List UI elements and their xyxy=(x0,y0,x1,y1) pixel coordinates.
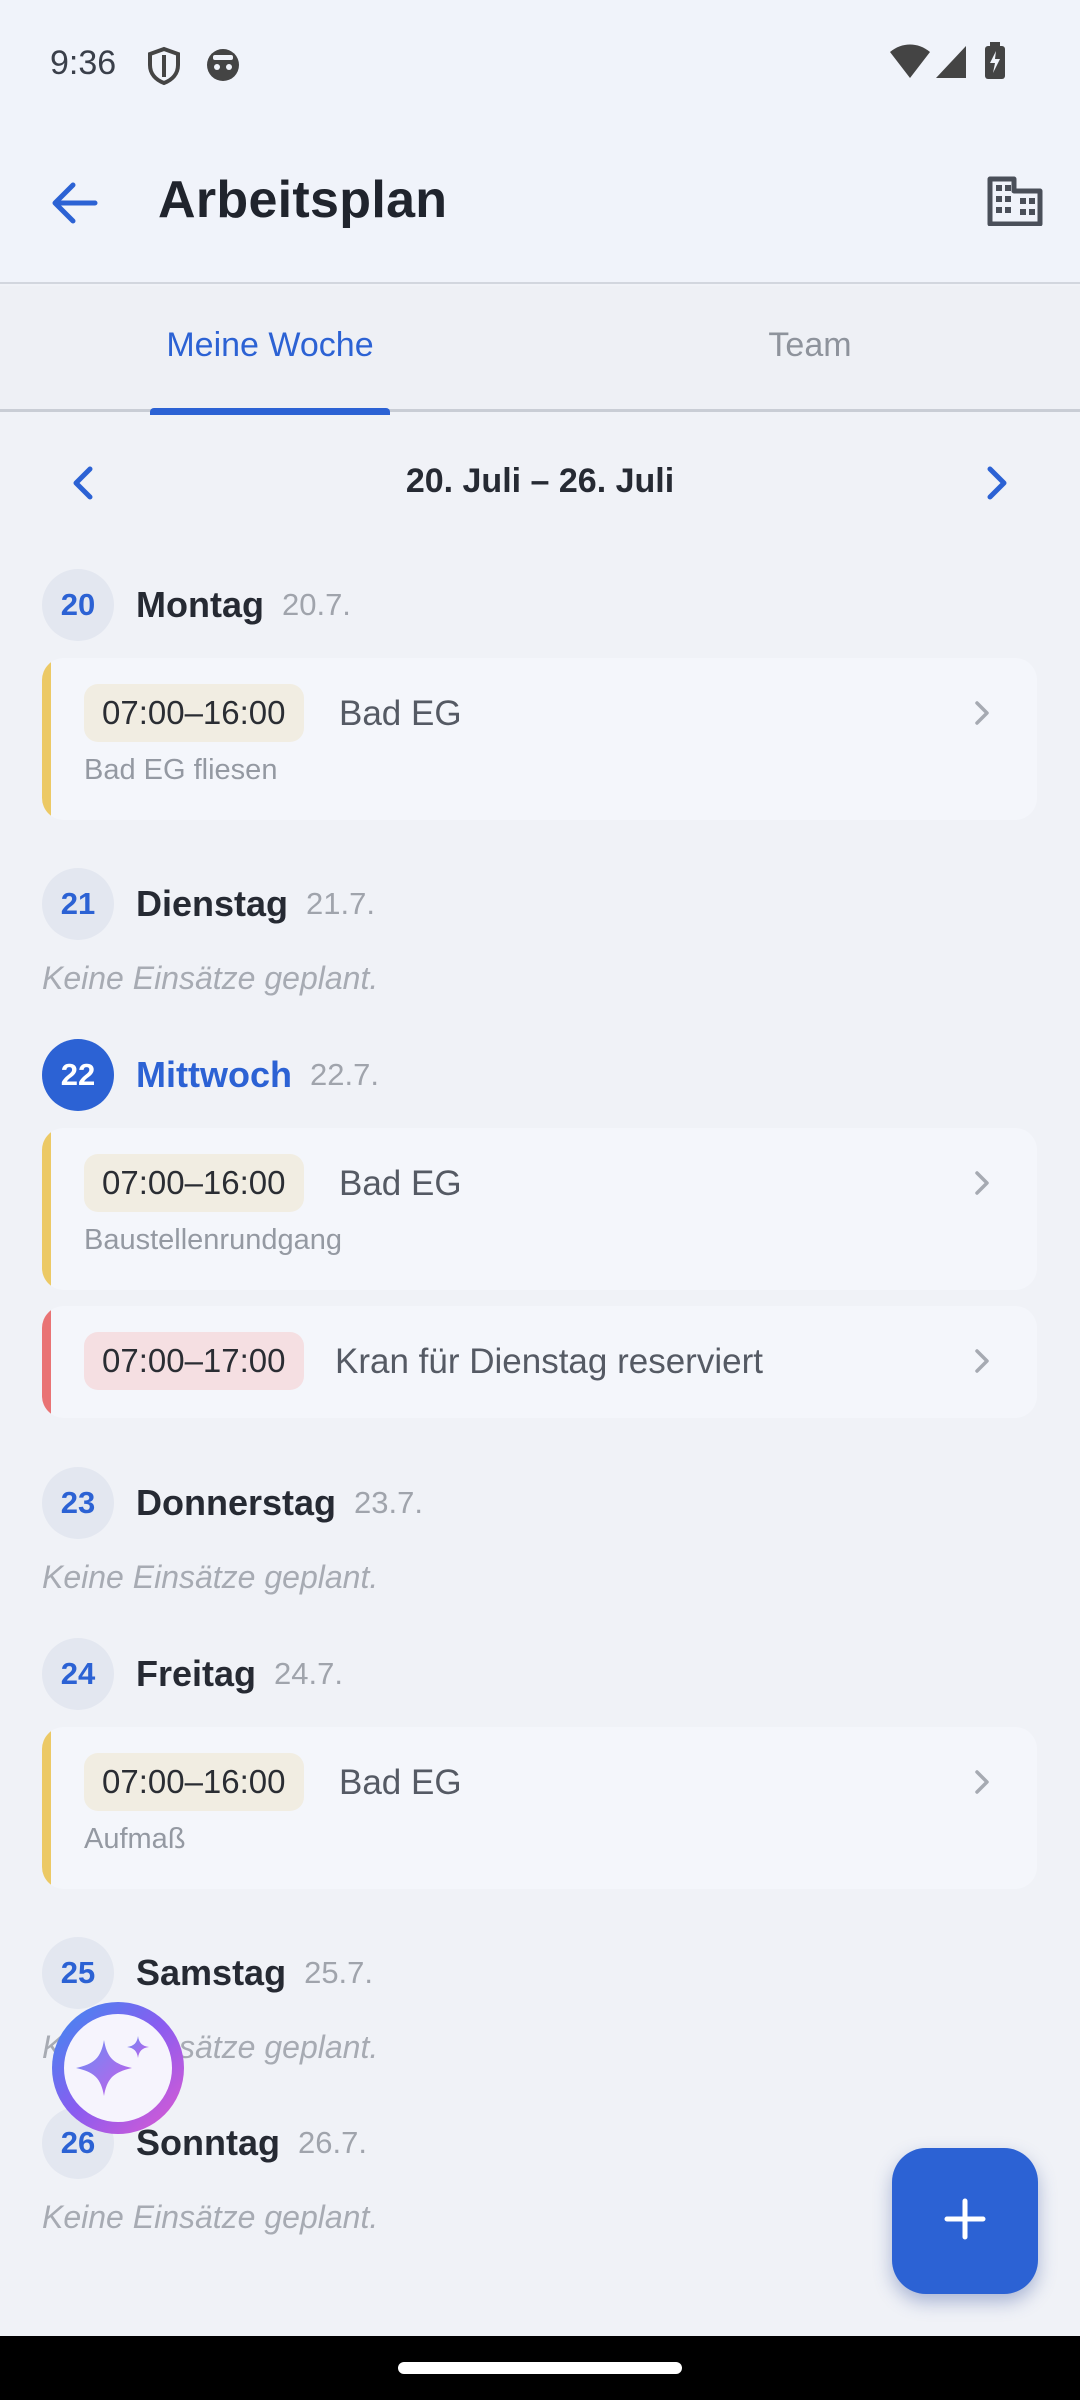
tab-label: Meine Woche xyxy=(166,326,374,364)
day-date: 20.7. xyxy=(281,587,351,622)
day-number: 24 xyxy=(42,1638,114,1710)
shift-time-chip: 07:00–17:00 xyxy=(84,1332,304,1390)
shift-title: Bad EG xyxy=(339,1763,462,1802)
day-header-wednesday: 22 Mittwoch 22.7. xyxy=(42,1039,379,1111)
back-button[interactable] xyxy=(40,170,110,240)
shield-icon xyxy=(146,46,182,91)
wifi-icon xyxy=(888,44,932,85)
building-icon xyxy=(987,176,1043,231)
day-name: Dienstag xyxy=(136,883,289,924)
day-number: 21 xyxy=(42,868,114,940)
tab-label: Team xyxy=(768,326,852,364)
day-number: 22 xyxy=(42,1039,114,1111)
no-shifts-note: Keine Einsätze geplant. xyxy=(42,2199,379,2235)
system-navigation-bar xyxy=(0,2336,1080,2400)
tab-team[interactable]: Team xyxy=(700,326,920,412)
day-number: 23 xyxy=(42,1467,114,1539)
day-date: 22.7. xyxy=(309,1057,379,1092)
day-date: 21.7. xyxy=(306,886,375,921)
next-week-button[interactable] xyxy=(968,450,1028,520)
shift-card[interactable]: 07:00–16:00 Bad EG Bad EG fliesen xyxy=(42,658,1037,820)
tab-indicator xyxy=(150,408,390,415)
page-title: Arbeitsplan xyxy=(158,171,448,229)
day-date: 24.7. xyxy=(274,1656,343,1691)
day-number: 20 xyxy=(42,569,114,641)
shift-card[interactable]: 07:00–16:00 Bad EG Baustellenrundgang xyxy=(42,1128,1037,1290)
shift-subtitle: Aufmaß xyxy=(84,1823,186,1855)
robot-icon xyxy=(204,46,242,89)
shift-color-bar xyxy=(42,1727,51,1889)
no-shifts-note: Keine Einsätze geplant. xyxy=(42,1559,379,1595)
battery-icon xyxy=(984,42,1006,85)
home-indicator[interactable] xyxy=(398,2362,682,2374)
week-navigator: 20. Juli – 26. Juli xyxy=(0,440,1080,530)
chevron-right-icon xyxy=(967,698,997,728)
status-bar: 9:36 xyxy=(0,0,1080,130)
chevron-right-icon xyxy=(967,1767,997,1797)
shift-time-chip: 07:00–16:00 xyxy=(84,1753,304,1811)
day-header-thursday: 23 Donnerstag 23.7. xyxy=(42,1467,423,1539)
tab-meine-woche[interactable]: Meine Woche xyxy=(150,326,390,415)
shift-title: Kran für Dienstag reserviert xyxy=(335,1342,763,1381)
app-bar: Arbeitsplan xyxy=(0,130,1080,284)
no-shifts-note: Keine Einsätze geplant. xyxy=(42,960,379,996)
sparkle-icon xyxy=(44,2002,192,2148)
day-header-friday: 24 Freitag 24.7. xyxy=(42,1638,343,1710)
shift-subtitle: Bad EG fliesen xyxy=(84,754,278,786)
arrow-left-icon xyxy=(51,181,99,230)
chevron-right-icon xyxy=(986,465,1010,506)
day-date: 26.7. xyxy=(297,2125,367,2160)
add-button[interactable] xyxy=(892,2148,1038,2294)
signal-icon xyxy=(934,44,968,85)
day-date: 25.7. xyxy=(304,1955,374,1990)
day-name: Freitag xyxy=(136,1653,257,1694)
plus-icon xyxy=(943,2197,987,2246)
shift-card[interactable]: 07:00–16:00 Bad EG Aufmaß xyxy=(42,1727,1037,1889)
building-button[interactable] xyxy=(980,168,1050,238)
shift-color-bar xyxy=(42,658,51,820)
ai-assistant-button[interactable] xyxy=(44,1996,192,2144)
chevron-right-icon xyxy=(967,1346,997,1376)
day-name: Donnerstag xyxy=(136,1482,337,1523)
tab-bar: Meine Woche Team xyxy=(0,286,1080,415)
shift-color-bar xyxy=(42,1306,51,1418)
shift-title: Bad EG xyxy=(339,694,462,733)
day-header-monday: 20 Montag 20.7. xyxy=(42,569,351,641)
day-name: Samstag xyxy=(136,1952,287,1993)
shift-title: Bad EG xyxy=(339,1164,462,1203)
day-name: Mittwoch xyxy=(136,1054,292,1095)
week-range-label: 20. Juli – 26. Juli xyxy=(405,462,675,500)
day-header-tuesday: 21 Dienstag 21.7. xyxy=(42,868,375,940)
shift-time-chip: 07:00–16:00 xyxy=(84,1154,304,1212)
shift-subtitle: Baustellenrundgang xyxy=(84,1224,342,1256)
shift-card[interactable]: 07:00–17:00 Kran für Dienstag reserviert xyxy=(42,1306,1037,1418)
day-name: Montag xyxy=(136,584,264,625)
status-time: 9:36 xyxy=(50,44,117,82)
day-date: 23.7. xyxy=(354,1485,423,1520)
shift-color-bar xyxy=(42,1128,51,1290)
shift-time-chip: 07:00–16:00 xyxy=(84,684,304,742)
chevron-right-icon xyxy=(967,1168,997,1198)
